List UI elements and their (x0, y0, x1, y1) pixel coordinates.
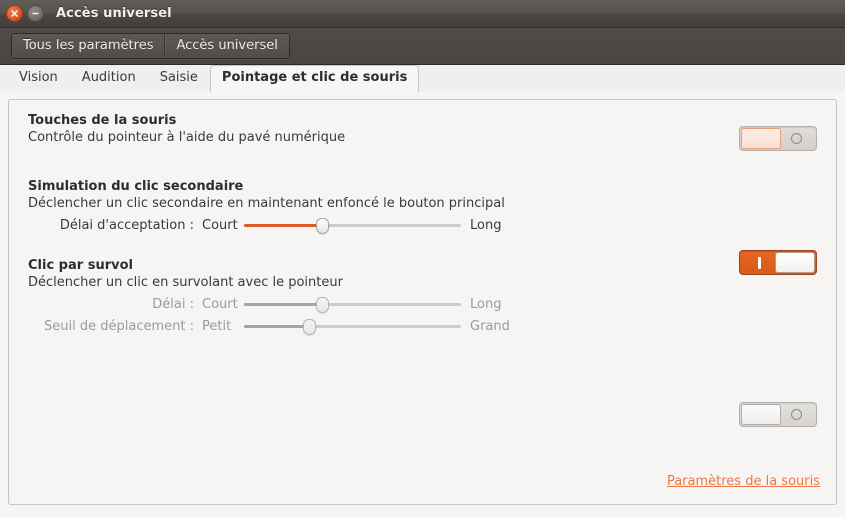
slider-fill (244, 325, 310, 328)
close-icon[interactable] (6, 5, 23, 22)
toggle-knob (741, 404, 781, 425)
section-simulated-secondary-click: Simulation du clic secondaire Déclencher… (19, 178, 826, 275)
motion-threshold-max-label: Grand (470, 318, 510, 334)
all-settings-button[interactable]: Tous les paramètres (12, 34, 165, 58)
hover-delay-row: Délai : Court Long (19, 294, 826, 314)
mouse-keys-description: Contrôle du pointeur à l'aide du pavé nu… (28, 130, 346, 145)
secondary-click-description: Déclencher un clic secondaire en mainten… (28, 196, 505, 211)
tab-audition[interactable]: Audition (70, 65, 148, 91)
tab-saisie[interactable]: Saisie (148, 65, 210, 91)
toolbar: Tous les paramètres Accès universel (0, 28, 845, 65)
slider-fill (244, 224, 323, 227)
content-panel: Touches de la souris Contrôle du pointeu… (8, 99, 837, 505)
title-bar: Accès universel (0, 0, 845, 28)
mouse-keys-title: Touches de la souris (28, 113, 177, 128)
hover-delay-slider[interactable] (244, 296, 461, 313)
settings-window: Accès universel Tous les paramètres Accè… (0, 0, 845, 517)
motion-threshold-row: Seuil de déplacement : Petit Grand (19, 316, 826, 336)
secondary-click-title: Simulation du clic secondaire (28, 179, 244, 194)
slider-knob[interactable] (316, 218, 330, 234)
tab-vision[interactable]: Vision (7, 65, 70, 91)
acceptance-delay-min-label: Court (202, 217, 238, 233)
toggle-knob (741, 128, 781, 149)
tab-bar: Vision Audition Saisie Pointage et clic … (0, 65, 845, 92)
hover-delay-label: Délai : (152, 296, 194, 312)
motion-threshold-min-label: Petit (202, 318, 232, 334)
toggle-off-glyph (777, 403, 816, 426)
hover-delay-min-label: Court (202, 296, 238, 312)
motion-threshold-label: Seuil de déplacement : (44, 318, 194, 334)
breadcrumb: Tous les paramètres Accès universel (11, 33, 290, 59)
section-hover-click: Clic par survol Déclencher un clic en su… (19, 257, 826, 427)
mouse-keys-toggle[interactable] (739, 126, 817, 151)
hover-click-description: Déclencher un clic en survolant avec le … (28, 275, 343, 290)
slider-fill (244, 303, 323, 306)
current-panel-button[interactable]: Accès universel (164, 34, 289, 58)
mouse-settings-link[interactable]: Paramètres de la souris (667, 474, 820, 489)
acceptance-delay-row: Délai d'acceptation : Court Long (19, 215, 826, 235)
tab-pointing-and-clicking[interactable]: Pointage et clic de souris (209, 65, 420, 92)
hover-click-toggle[interactable] (739, 402, 817, 427)
minimize-icon[interactable] (27, 5, 44, 22)
acceptance-delay-slider[interactable] (244, 217, 461, 234)
slider-knob[interactable] (316, 297, 330, 313)
toggle-off-glyph (777, 127, 816, 150)
hover-click-title: Clic par survol (28, 258, 133, 273)
acceptance-delay-max-label: Long (470, 217, 502, 233)
acceptance-delay-label: Délai d'acceptation : (59, 217, 194, 233)
window-title: Accès universel (56, 6, 172, 21)
hover-delay-max-label: Long (470, 296, 502, 312)
slider-knob[interactable] (303, 319, 317, 335)
motion-threshold-slider[interactable] (244, 318, 461, 335)
section-mouse-keys: Touches de la souris Contrôle du pointeu… (19, 112, 826, 151)
